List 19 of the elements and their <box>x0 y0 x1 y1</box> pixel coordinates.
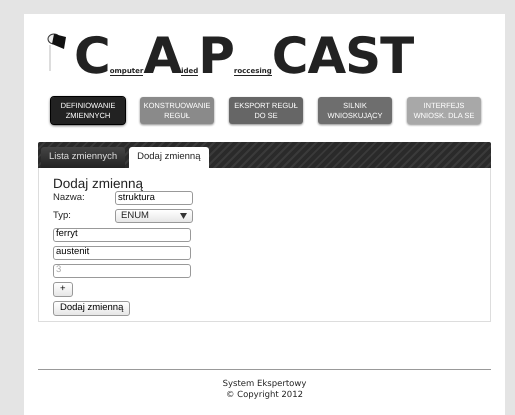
field-label: Typ: <box>53 209 72 224</box>
add-button[interactable]: + <box>53 282 73 296</box>
value-field[interactable]: 3 <box>53 264 191 278</box>
logo-text: CAST <box>272 36 414 76</box>
type-dropdown[interactable]: ENUM <box>115 209 193 224</box>
footer-text: System Ekspertowy <box>222 379 308 390</box>
logo-text: A <box>143 36 182 76</box>
dropdown-arrow-icon <box>180 213 187 220</box>
value-field[interactable]: austenit <box>53 246 191 260</box>
value-field[interactable]: ferryt <box>53 228 191 242</box>
logo-text: P <box>198 36 234 76</box>
logo-text: C <box>74 36 110 76</box>
field-label: Nazwa: <box>53 191 86 205</box>
footer-text: © Copyright 2012 <box>224 390 304 401</box>
tab[interactable]: Dodaj zmienną <box>129 147 208 168</box>
name-field[interactable]: struktura <box>115 191 193 206</box>
submit-button[interactable]: Dodaj zmienną <box>53 300 130 316</box>
form-heading: Dodaj zmienną <box>53 176 144 191</box>
tab[interactable]: Lista zmiennych <box>41 147 126 168</box>
